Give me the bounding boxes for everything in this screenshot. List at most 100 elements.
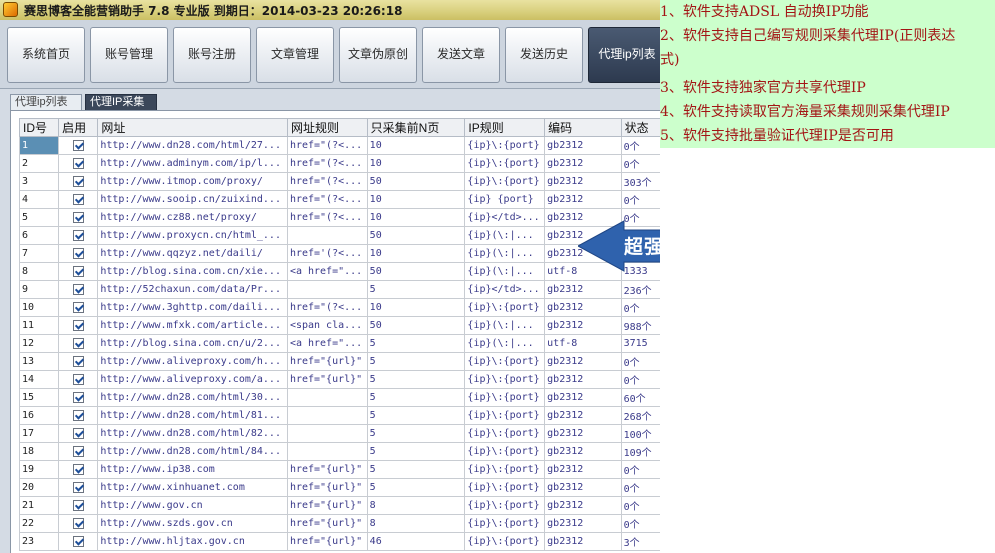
cell-id: 23 <box>18 532 60 551</box>
enabled-checkbox[interactable] <box>72 445 84 457</box>
enabled-checkbox[interactable] <box>72 139 84 151</box>
cell-url: http://www.aliveproxy.com/h... <box>97 352 288 371</box>
enabled-checkbox[interactable] <box>72 211 84 223</box>
cell-status: 303个 <box>620 172 660 191</box>
enabled-checkbox[interactable] <box>72 265 84 277</box>
table-row[interactable]: 10 http://www.3ghttp.com/daili... href="(?… <box>18 298 660 317</box>
cell-url: http://www.ip38.com <box>97 460 288 479</box>
cell-url-rule: href="{url}" <box>286 514 368 533</box>
cell-pages: 8 <box>366 514 466 533</box>
column-header-enabled[interactable]: 启用 <box>58 118 99 137</box>
cell-enabled <box>58 424 99 443</box>
cell-url-rule <box>286 406 368 425</box>
table-row[interactable]: 21 http://www.gov.cn href="{url}" 8 {ip}\:{p… <box>18 496 660 515</box>
cell-url: http://www.aliveproxy.com/a... <box>97 370 288 389</box>
table-row[interactable]: 5 http://www.cz88.net/proxy/href="(?<... 1… <box>18 208 660 227</box>
enabled-checkbox[interactable] <box>72 499 84 511</box>
table-row[interactable]: 17 http://www.dn28.com/html/82... 5 {ip}\:{… <box>18 424 660 443</box>
nav-button-send-article[interactable]: 发送文章 <box>422 27 500 83</box>
table-row[interactable]: 13 http://www.aliveproxy.com/h... href="{u… <box>18 352 660 371</box>
cell-ip-rule: {ip}(\:|... <box>464 316 546 335</box>
column-header-url-rule[interactable]: 网址规则 <box>286 118 368 137</box>
cell-encoding: gb2312 <box>544 316 622 335</box>
tab-proxy-list[interactable]: 代理ip列表 <box>10 94 82 110</box>
cell-url: http://www.dn28.com/html/81... <box>97 406 288 425</box>
cell-url: http://www.dn28.com/html/84... <box>97 442 288 461</box>
column-header-status[interactable]: 状态 <box>620 118 660 137</box>
nav-button-accounts[interactable]: 账号管理 <box>90 27 168 83</box>
cell-id: 12 <box>18 334 60 353</box>
nav-button-home[interactable]: 系统首页 <box>7 27 85 83</box>
nav-button-send-history[interactable]: 发送历史 <box>505 27 583 83</box>
table-row[interactable]: 3 http://www.itmop.com/proxy/href="(?<...… <box>18 172 660 191</box>
cell-encoding: gb2312 <box>544 460 622 479</box>
cell-id: 4 <box>18 190 60 209</box>
table-row[interactable]: 8 http://blog.sina.com.cn/xie... <a href="… <box>18 262 660 281</box>
cell-enabled <box>58 334 99 353</box>
enabled-checkbox[interactable] <box>72 355 84 367</box>
enabled-checkbox[interactable] <box>72 535 84 547</box>
cell-enabled <box>58 352 99 371</box>
table-row[interactable]: 20 http://www.xinhuanet.com href="{url}" 5{… <box>18 478 660 497</box>
enabled-checkbox[interactable] <box>72 175 84 187</box>
cell-url-rule <box>286 226 368 245</box>
column-header-encoding[interactable]: 编码 <box>544 118 622 137</box>
enabled-checkbox[interactable] <box>72 283 84 295</box>
cell-ip-rule: {ip}\:{port} <box>464 406 546 425</box>
enabled-checkbox[interactable] <box>72 409 84 421</box>
table-row[interactable]: 22 http://www.szds.gov.cn href="{url}" 8 {ip… <box>18 514 660 533</box>
table-row[interactable]: 7 http://www.qqzyz.net/daili/href='(?<...… <box>18 244 660 263</box>
enabled-checkbox[interactable] <box>72 463 84 475</box>
column-header-id[interactable]: ID号 <box>18 118 60 137</box>
cell-enabled <box>58 262 99 281</box>
nav-button-pseudo-original[interactable]: 文章伪原创 <box>339 27 417 83</box>
table-row[interactable]: 4 http://www.sooip.cn/zuixind... href="(?<… <box>18 190 660 209</box>
cell-enabled <box>58 154 99 173</box>
column-header-pages[interactable]: 只采集前N页 <box>366 118 466 137</box>
table-row[interactable]: 6 http://www.proxycn.cn/html_... 50 {ip}(\:… <box>18 226 660 245</box>
cell-id: 2 <box>18 154 60 173</box>
nav-button-register[interactable]: 账号注册 <box>173 27 251 83</box>
column-header-ip-rule[interactable]: IP规则 <box>464 118 546 137</box>
enabled-checkbox[interactable] <box>72 229 84 241</box>
cell-url-rule: <a href="... <box>286 334 368 353</box>
window-title: 赛思博客全能营销助手 7.8 专业版 到期日：2014-03-23 20:26:… <box>24 4 403 18</box>
table-body: 1 http://www.dn28.com/html/27... href="(?<… <box>18 136 660 551</box>
table-row[interactable]: 23 http://www.hljtax.gov.cn href="{url}" 46… <box>18 532 660 551</box>
table-row[interactable]: 15 http://www.dn28.com/html/30... 5 {ip}\:{… <box>18 388 660 407</box>
table-row[interactable]: 9 http://52chaxun.com/data/Pr... 5 {ip}</td… <box>18 280 660 299</box>
enabled-checkbox[interactable] <box>72 319 84 331</box>
cell-enabled <box>58 316 99 335</box>
table-row[interactable]: 14 http://www.aliveproxy.com/a... href="{u… <box>18 370 660 389</box>
nav-button-articles[interactable]: 文章管理 <box>256 27 334 83</box>
enabled-checkbox[interactable] <box>72 337 84 349</box>
table-row[interactable]: 12 http://blog.sina.com.cn/u/2... <a href=… <box>18 334 660 353</box>
enabled-checkbox[interactable] <box>72 157 84 169</box>
tab-proxy-collect[interactable]: 代理IP采集 <box>85 94 157 110</box>
cell-enabled <box>58 478 99 497</box>
collect-rules-grid[interactable]: ID号 启用 网址 网址规则 只采集前N页 IP规则 编码 状态 1 http:/… <box>10 110 660 553</box>
table-row[interactable]: 19 http://www.ip38.com href="{url}" 5 {ip}\:… <box>18 460 660 479</box>
table-row[interactable]: 11 http://www.mfxk.com/article... <span cl… <box>18 316 660 335</box>
enabled-checkbox[interactable] <box>72 301 84 313</box>
cell-id: 21 <box>18 496 60 515</box>
feature-item: 1、软件支持ADSL 自动换IP功能 <box>660 4 869 20</box>
enabled-checkbox[interactable] <box>72 427 84 439</box>
cell-encoding: gb2312 <box>544 280 622 299</box>
enabled-checkbox[interactable] <box>72 481 84 493</box>
table-row[interactable]: 2 http://www.adminym.com/ip/l... href="(?<… <box>18 154 660 173</box>
title-bar: 赛思博客全能营销助手 7.8 专业版 到期日：2014-03-23 20:26:… <box>0 0 660 20</box>
enabled-checkbox[interactable] <box>72 373 84 385</box>
enabled-checkbox[interactable] <box>72 247 84 259</box>
column-header-url[interactable]: 网址 <box>97 118 288 137</box>
enabled-checkbox[interactable] <box>72 517 84 529</box>
enabled-checkbox[interactable] <box>72 193 84 205</box>
cell-url: http://www.proxycn.cn/html_... <box>97 226 288 245</box>
cell-ip-rule: {ip}(\:|... <box>464 334 546 353</box>
table-row[interactable]: 1 http://www.dn28.com/html/27... href="(?<… <box>18 136 660 155</box>
enabled-checkbox[interactable] <box>72 391 84 403</box>
table-row[interactable]: 18 http://www.dn28.com/html/84... 5 {ip}\:{… <box>18 442 660 461</box>
cell-enabled <box>58 208 99 227</box>
nav-button-proxy-list[interactable]: 代理ip列表 <box>588 27 660 83</box>
table-row[interactable]: 16 http://www.dn28.com/html/81... 5 {ip}\:{… <box>18 406 660 425</box>
